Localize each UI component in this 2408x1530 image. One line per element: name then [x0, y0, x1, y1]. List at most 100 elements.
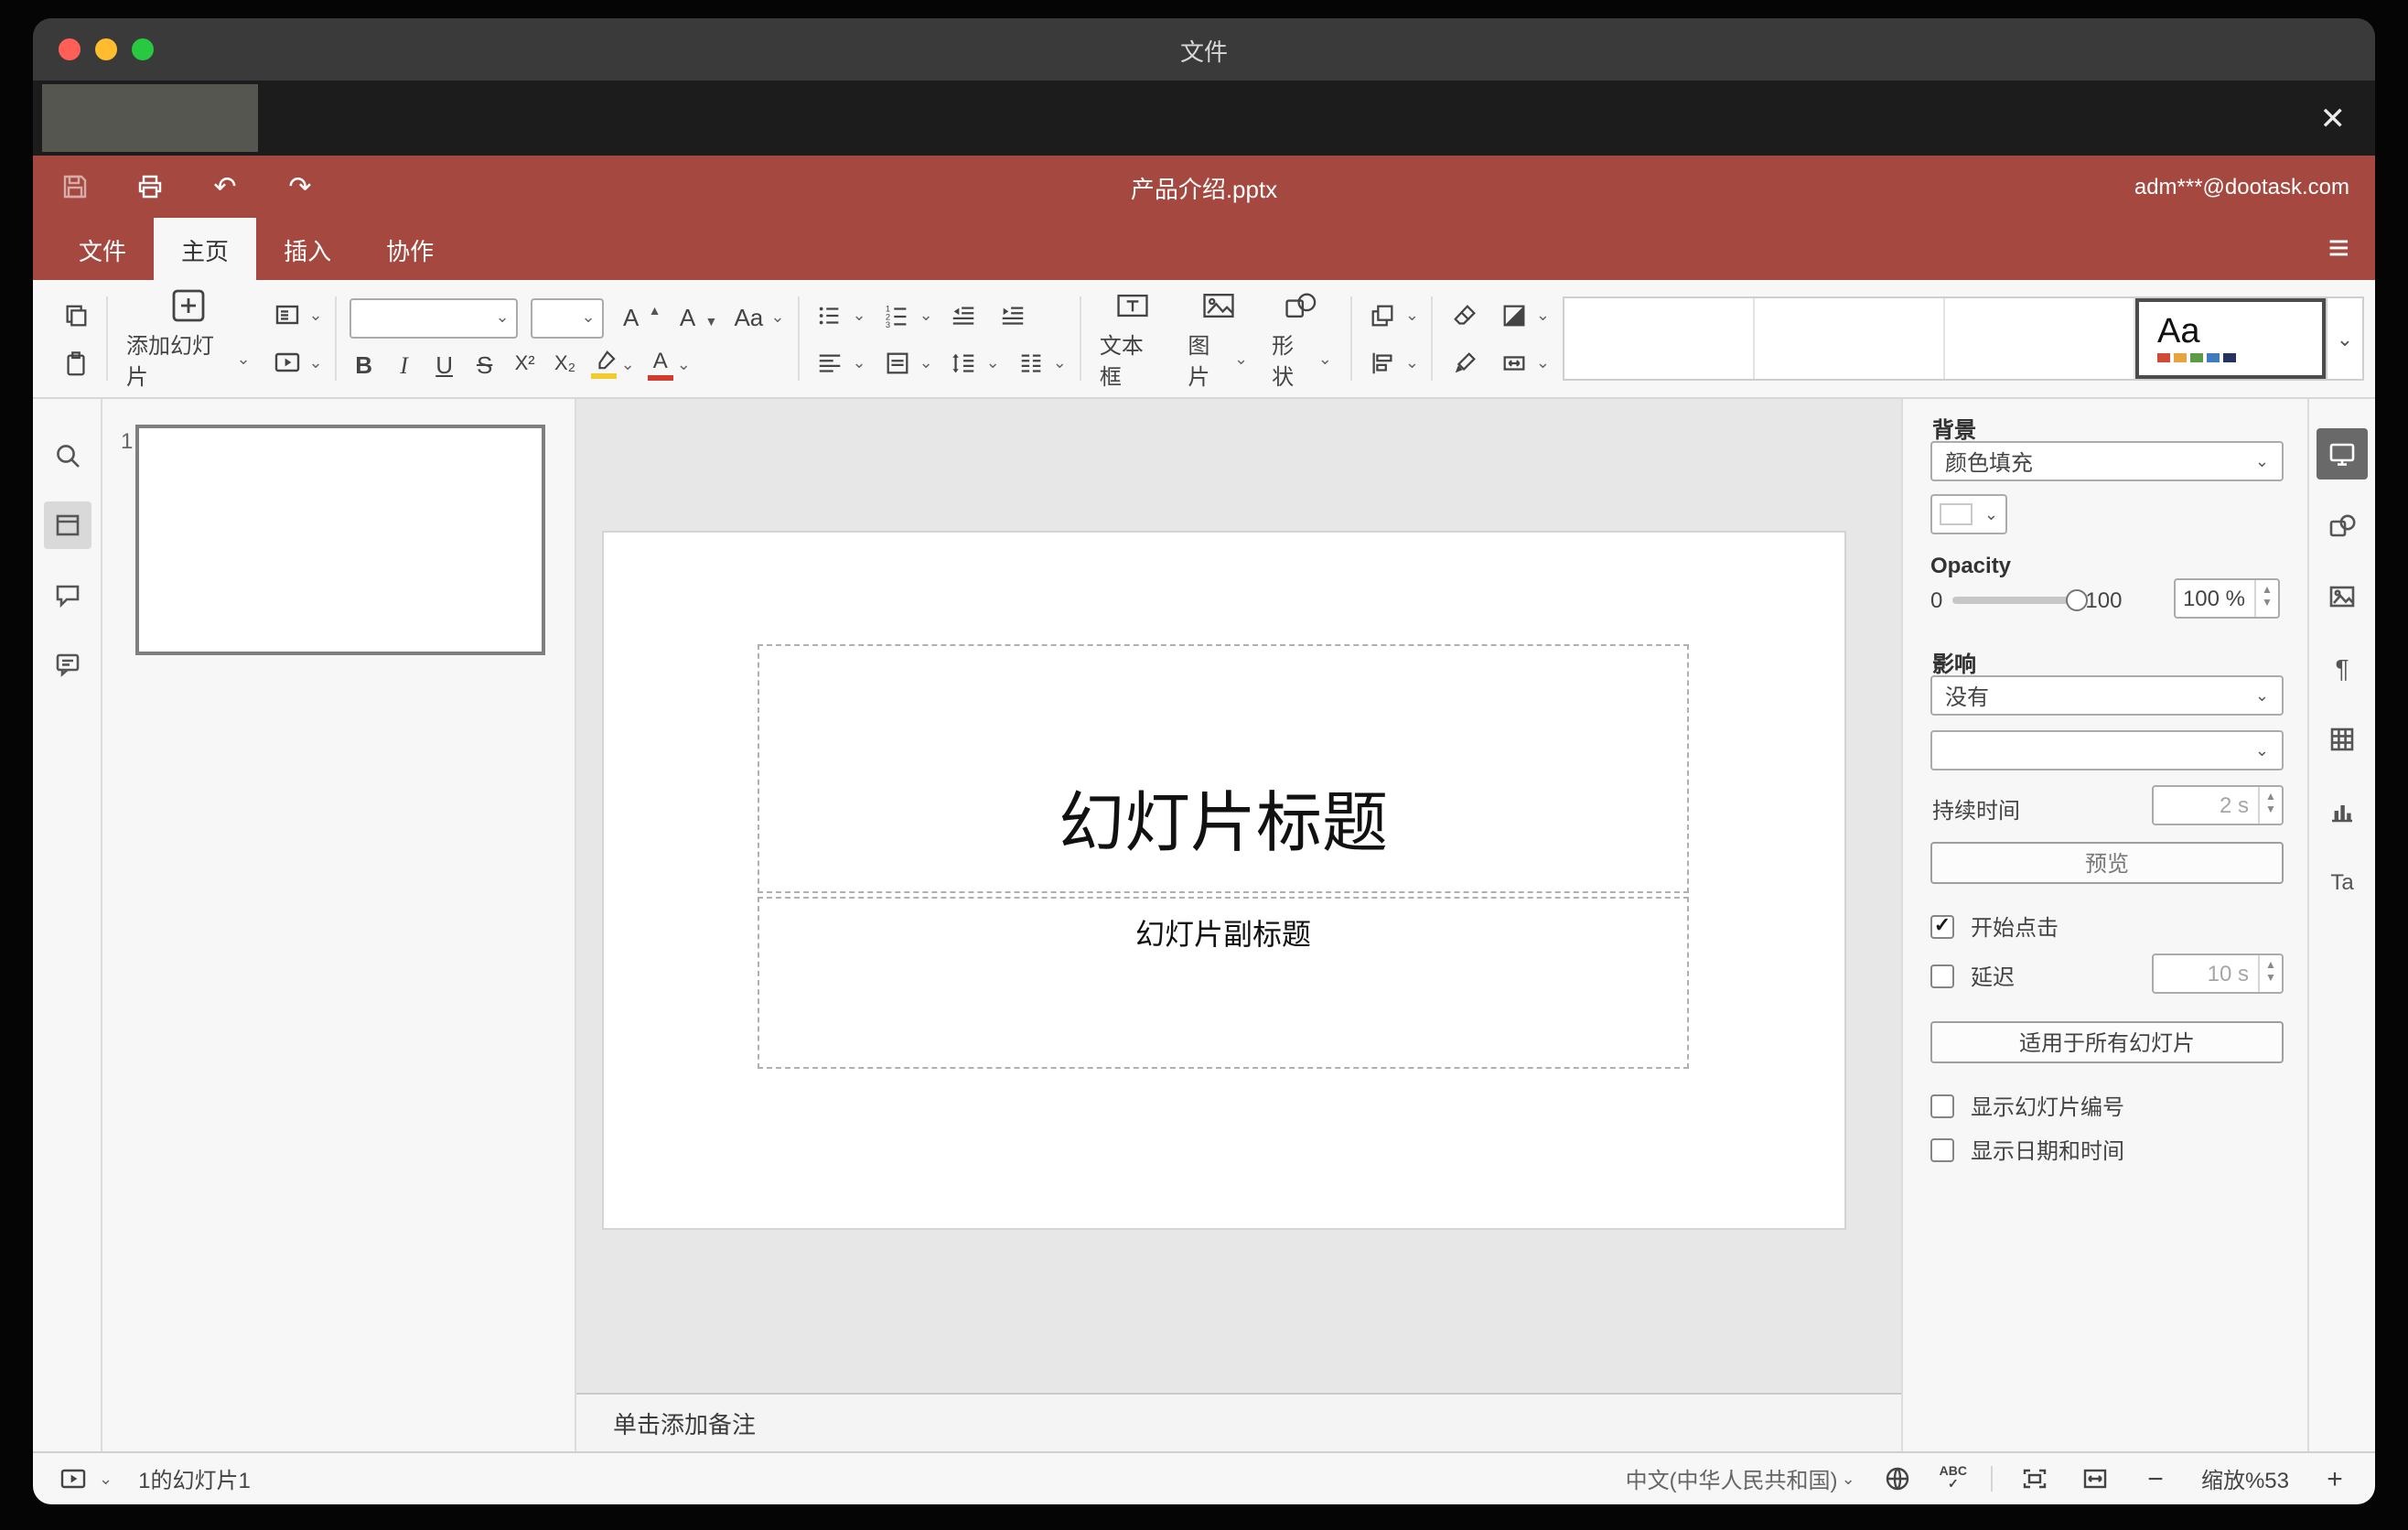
table-settings-icon[interactable]	[2317, 714, 2368, 765]
theme-option-1[interactable]	[1564, 298, 1755, 379]
feedback-icon[interactable]	[43, 641, 91, 688]
tab-file[interactable]: 文件	[51, 218, 154, 280]
duration-input[interactable]: 2 s ▲ ▼	[2152, 785, 2284, 825]
preview-button[interactable]: 预览	[1930, 842, 2284, 884]
font-size-combo[interactable]: ⌄	[531, 297, 605, 338]
shape-button[interactable]: 形状 ⌄	[1266, 286, 1338, 391]
quick-access-toolbar: ↶ ↷	[59, 170, 317, 203]
change-case-button[interactable]: Aa ⌄	[730, 306, 784, 329]
bold-button[interactable]: B	[350, 352, 378, 376]
decrease-indent-icon[interactable]	[946, 296, 983, 333]
line-spacing-button[interactable]: ⌄	[946, 344, 1000, 381]
gallery-expand-icon[interactable]: ⌄	[2327, 296, 2364, 381]
increase-font-button[interactable]: A ▲	[618, 306, 661, 329]
underline-button[interactable]: U	[431, 352, 458, 376]
decrease-font-button[interactable]: A ▼	[674, 306, 718, 329]
fill-color-swatch[interactable]: ⌄	[1930, 494, 2007, 534]
strikethrough-button[interactable]: S	[471, 352, 499, 376]
title-placeholder[interactable]: 幻灯片标题	[758, 644, 1689, 893]
save-icon[interactable]	[59, 170, 91, 203]
fit-width-icon[interactable]	[2077, 1460, 2113, 1497]
font-name-combo[interactable]: ⌄	[349, 297, 519, 338]
start-slideshow-button[interactable]: ⌄	[269, 344, 323, 381]
chevron-down-icon[interactable]: ⌄	[99, 1470, 113, 1487]
comments-icon[interactable]	[43, 571, 91, 619]
shape-settings-icon[interactable]	[2317, 500, 2368, 551]
right-iconbar: ¶ Ta	[2307, 399, 2375, 1451]
search-icon[interactable]	[43, 432, 91, 479]
fill-type-select[interactable]: 颜色填充 ⌄	[1930, 441, 2284, 481]
bullets-button[interactable]: ⌄	[812, 296, 866, 333]
spinner-arrows[interactable]: ▲ ▼	[2254, 580, 2278, 617]
zoom-out-icon[interactable]: −	[2137, 1460, 2174, 1497]
tab-insert[interactable]: 插入	[256, 218, 359, 280]
effect-select[interactable]: 没有 ⌄	[1930, 675, 2284, 716]
copy-icon[interactable]	[57, 296, 93, 333]
select-tool-icon	[1496, 344, 1532, 381]
delay-input[interactable]: 10 s ▲ ▼	[2152, 954, 2284, 994]
tab-home[interactable]: 主页	[154, 218, 257, 280]
textbox-button[interactable]: 文本框	[1094, 286, 1170, 391]
print-icon[interactable]	[134, 170, 167, 203]
image-button[interactable]: 图片 ⌄	[1182, 286, 1253, 391]
theme-option-3[interactable]	[1945, 298, 2135, 379]
hamburger-menu-icon[interactable]: ≡	[2328, 218, 2349, 280]
horizontal-align-button[interactable]: ⌄	[812, 344, 866, 381]
slide-counter: 1的幻灯片1	[138, 1467, 251, 1492]
close-icon[interactable]: ✕	[2320, 102, 2347, 134]
paste-icon[interactable]	[57, 344, 93, 381]
close-traffic-light[interactable]	[59, 38, 81, 60]
document-language-icon[interactable]	[1879, 1460, 1916, 1497]
opacity-input[interactable]: 100 % ▲ ▼	[2174, 578, 2280, 619]
delay-checkbox[interactable]	[1930, 964, 1954, 988]
clear-style-icon[interactable]	[1446, 296, 1483, 333]
select-tool-button[interactable]: ⌄	[1496, 344, 1550, 381]
zoom-in-icon[interactable]: +	[2317, 1460, 2353, 1497]
slide-layout-button[interactable]: ⌄	[269, 296, 323, 333]
theme-option-selected[interactable]: Aa	[2135, 298, 2326, 379]
slide-thumbnail[interactable]	[135, 425, 545, 655]
opacity-slider[interactable]	[1951, 589, 2088, 611]
columns-button[interactable]: ⌄	[1013, 344, 1067, 381]
superscript-button[interactable]: X²	[511, 353, 539, 374]
italic-button[interactable]: I	[391, 352, 418, 376]
fit-slide-icon[interactable]	[2016, 1460, 2053, 1497]
notes-area[interactable]: 单击添加备注	[576, 1393, 1901, 1451]
increase-indent-icon[interactable]	[995, 296, 1032, 333]
color-scheme-button[interactable]: ⌄	[1496, 296, 1550, 333]
tools-group: ⌄ ⌄	[1434, 280, 1563, 397]
slide-settings-icon[interactable]	[2317, 428, 2368, 479]
arrange-shapes-button[interactable]: ⌄	[1365, 296, 1419, 333]
subtitle-placeholder[interactable]: 幻灯片副标题	[758, 897, 1689, 1069]
show-date-time-checkbox[interactable]	[1930, 1138, 1954, 1162]
vertical-align-button[interactable]: ⌄	[879, 344, 933, 381]
font-color-button[interactable]: A ⌄	[647, 349, 691, 380]
opacity-slider-knob[interactable]	[2065, 589, 2088, 611]
spellcheck-icon[interactable]: ABC ✓	[1940, 1466, 1967, 1492]
copy-style-icon[interactable]	[1446, 344, 1483, 381]
spinner-arrows[interactable]: ▲ ▼	[2258, 955, 2282, 992]
maximize-traffic-light[interactable]	[132, 38, 154, 60]
slides-panel-icon[interactable]	[43, 501, 91, 549]
tab-collaboration[interactable]: 协作	[359, 218, 461, 280]
undo-icon[interactable]: ↶	[209, 170, 242, 203]
textart-settings-icon[interactable]: Ta	[2317, 857, 2368, 908]
spinner-arrows[interactable]: ▲ ▼	[2258, 787, 2282, 824]
language-button[interactable]: 中文(中华人民共和国) ⌄	[1626, 1463, 1855, 1494]
highlight-color-button[interactable]: ⌄	[591, 350, 635, 379]
redo-icon[interactable]: ↷	[284, 170, 317, 203]
add-slide-button[interactable]: 添加幻灯片 ⌄	[121, 286, 256, 391]
align-shapes-button[interactable]: ⌄	[1365, 344, 1419, 381]
apply-to-all-button[interactable]: 适用于所有幻灯片	[1930, 1021, 2284, 1063]
chart-settings-icon[interactable]	[2317, 785, 2368, 836]
start-slideshow-status-icon[interactable]	[55, 1460, 91, 1497]
paragraph-settings-icon[interactable]: ¶	[2317, 642, 2368, 694]
image-settings-icon[interactable]	[2317, 571, 2368, 622]
theme-option-2[interactable]	[1755, 298, 1945, 379]
show-slide-number-checkbox[interactable]	[1930, 1094, 1954, 1118]
numbering-button[interactable]: 123 ⌄	[879, 296, 932, 333]
start-on-click-checkbox[interactable]: ✓	[1930, 915, 1954, 939]
subscript-button[interactable]: X₂	[552, 353, 579, 374]
minimize-traffic-light[interactable]	[95, 38, 117, 60]
effect-option-select[interactable]: ⌄	[1930, 730, 2284, 770]
